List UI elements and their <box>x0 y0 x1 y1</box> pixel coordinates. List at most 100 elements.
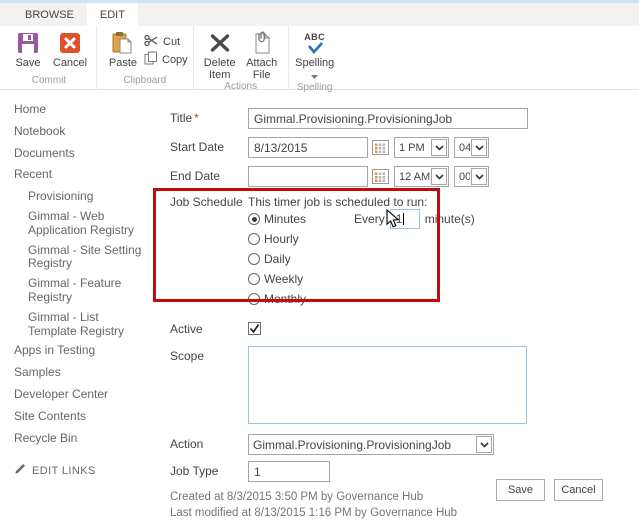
save-button[interactable]: Save <box>496 479 545 501</box>
daily-radio[interactable] <box>248 253 260 265</box>
job-type-label: Job Type <box>170 461 248 482</box>
paste-clipboard-icon <box>111 31 135 55</box>
daily-radio-label: Daily <box>264 252 291 266</box>
action-row: Action Gimmal.Provisioning.ProvisioningJ… <box>170 434 639 455</box>
text-caret <box>403 213 404 225</box>
cancel-x-icon <box>59 31 81 55</box>
start-hour-select[interactable]: 1 PM <box>394 137 449 158</box>
scope-label: Scope <box>170 346 248 424</box>
form-action-buttons: Save Cancel <box>496 479 603 501</box>
sidebar-item-notebook[interactable]: Notebook <box>14 125 146 139</box>
job-type-input[interactable] <box>248 461 330 482</box>
chevron-down-icon <box>471 139 487 156</box>
end-date-label: End Date <box>170 166 248 187</box>
cut-button[interactable]: Cut <box>144 34 188 49</box>
ribbon-group-actions: Delete Item Attach File Actions <box>193 26 288 89</box>
cancel-ribbon-button[interactable]: Cancel <box>49 30 91 69</box>
sidebar-item-site-contents[interactable]: Site Contents <box>14 410 146 424</box>
active-label: Active <box>170 319 248 336</box>
active-checkbox[interactable] <box>248 322 261 335</box>
ribbon: Save Cancel Commit Paste <box>0 26 639 90</box>
weekly-radio[interactable] <box>248 273 260 285</box>
save-floppy-icon <box>17 31 39 55</box>
scope-row: Scope <box>170 346 639 424</box>
spelling-button[interactable]: ABC Spelling <box>294 30 336 82</box>
minutes-unit-label: minute(s) <box>425 212 475 226</box>
chevron-down-icon <box>476 436 492 453</box>
end-date-calendar-icon[interactable] <box>372 169 389 184</box>
job-schedule-row: Job Schedule This timer job is scheduled… <box>170 195 639 306</box>
modified-info: Last modified at 8/13/2015 1:16 PM by Go… <box>170 506 639 522</box>
title-input[interactable] <box>248 108 528 129</box>
action-select[interactable]: Gimmal.Provisioning.ProvisioningJob <box>248 434 494 455</box>
chevron-down-icon <box>471 168 487 185</box>
copy-button[interactable]: Copy <box>144 52 188 67</box>
ribbon-group-commit: Save Cancel Commit <box>2 26 96 89</box>
cut-scissors-icon <box>144 34 159 50</box>
delete-item-button[interactable]: Delete Item <box>199 30 241 81</box>
ribbon-tab-bar: BROWSE EDIT <box>0 3 639 26</box>
group-label-actions: Actions <box>199 81 283 95</box>
group-label-clipboard: Clipboard <box>102 75 188 89</box>
end-date-input[interactable] <box>248 166 368 187</box>
monthly-radio-label: Monthly <box>264 292 306 306</box>
scope-textarea[interactable] <box>248 346 527 424</box>
job-schedule-description: This timer job is scheduled to run: <box>248 195 475 209</box>
start-date-input[interactable] <box>248 137 368 158</box>
every-label: Every <box>354 212 385 226</box>
copy-pages-icon <box>144 51 158 68</box>
spelling-abc-check-icon: ABC <box>304 31 325 55</box>
title-row: Title* <box>170 108 639 129</box>
sidebar-item-feature-registry[interactable]: Gimmal - Feature Registry <box>28 277 146 305</box>
ribbon-group-clipboard: Paste Cut Copy <box>96 26 193 89</box>
start-minute-select[interactable]: 04 <box>454 137 489 158</box>
active-row: Active <box>170 319 639 336</box>
start-date-calendar-icon[interactable] <box>372 140 389 155</box>
edit-form: Title* Start Date 1 PM 04 <box>160 108 639 521</box>
every-minutes-input[interactable]: 1 <box>390 209 420 229</box>
edit-links-button[interactable]: EDIT LINKS <box>14 463 160 478</box>
minutes-radio[interactable] <box>248 213 260 225</box>
weekly-radio-label: Weekly <box>264 272 303 286</box>
monthly-radio[interactable] <box>248 293 260 305</box>
sidebar-item-recycle-bin[interactable]: Recycle Bin <box>14 432 146 446</box>
end-date-row: End Date 12 AM 00 <box>170 166 639 187</box>
end-minute-select[interactable]: 00 <box>454 166 489 187</box>
cancel-button[interactable]: Cancel <box>554 479 603 501</box>
sidebar-item-site-setting-registry[interactable]: Gimmal - Site Setting Registry <box>28 244 146 272</box>
chevron-down-icon <box>431 139 447 156</box>
spelling-dropdown-arrow-icon <box>311 70 318 82</box>
sidebar-item-documents[interactable]: Documents <box>14 147 146 161</box>
sharepoint-edit-form-window: BROWSE EDIT Save Cancel Commit <box>0 0 639 532</box>
pencil-icon <box>14 463 26 478</box>
title-label: Title* <box>170 108 248 129</box>
group-label-spelling: Spelling <box>294 82 336 96</box>
sidebar-item-provisioning[interactable]: Provisioning <box>28 190 146 204</box>
sidebar-item-list-template-registry[interactable]: Gimmal - List Template Registry <box>28 311 146 339</box>
sidebar-item-home[interactable]: Home <box>14 103 146 117</box>
hourly-radio-label: Hourly <box>264 232 299 246</box>
save-ribbon-button[interactable]: Save <box>7 30 49 69</box>
chevron-down-icon <box>431 168 447 185</box>
sidebar-item-samples[interactable]: Samples <box>14 366 146 380</box>
start-date-label: Start Date <box>170 137 248 158</box>
required-asterisk: * <box>194 111 199 125</box>
action-label: Action <box>170 434 248 455</box>
paste-button[interactable]: Paste <box>102 30 144 69</box>
hourly-radio[interactable] <box>248 233 260 245</box>
end-hour-select[interactable]: 12 AM <box>394 166 449 187</box>
sidebar-item-recent[interactable]: Recent <box>14 168 146 182</box>
ribbon-group-spelling: ABC Spelling Spelling <box>288 26 341 89</box>
sidebar-item-developer-center[interactable]: Developer Center <box>14 388 146 402</box>
job-schedule-label: Job Schedule <box>170 195 248 306</box>
tab-browse[interactable]: BROWSE <box>12 3 87 26</box>
sidebar-item-web-application-registry[interactable]: Gimmal - Web Application Registry <box>28 210 146 238</box>
minutes-radio-label: Minutes <box>264 212 306 226</box>
attach-file-icon <box>251 31 273 55</box>
left-navigation: Home Notebook Documents Recent Provision… <box>0 103 160 478</box>
delete-x-icon <box>208 31 232 55</box>
group-label-commit: Commit <box>7 75 91 89</box>
tab-edit[interactable]: EDIT <box>87 3 138 26</box>
attach-file-button[interactable]: Attach File <box>241 30 283 81</box>
sidebar-item-apps-in-testing[interactable]: Apps in Testing <box>14 344 146 358</box>
